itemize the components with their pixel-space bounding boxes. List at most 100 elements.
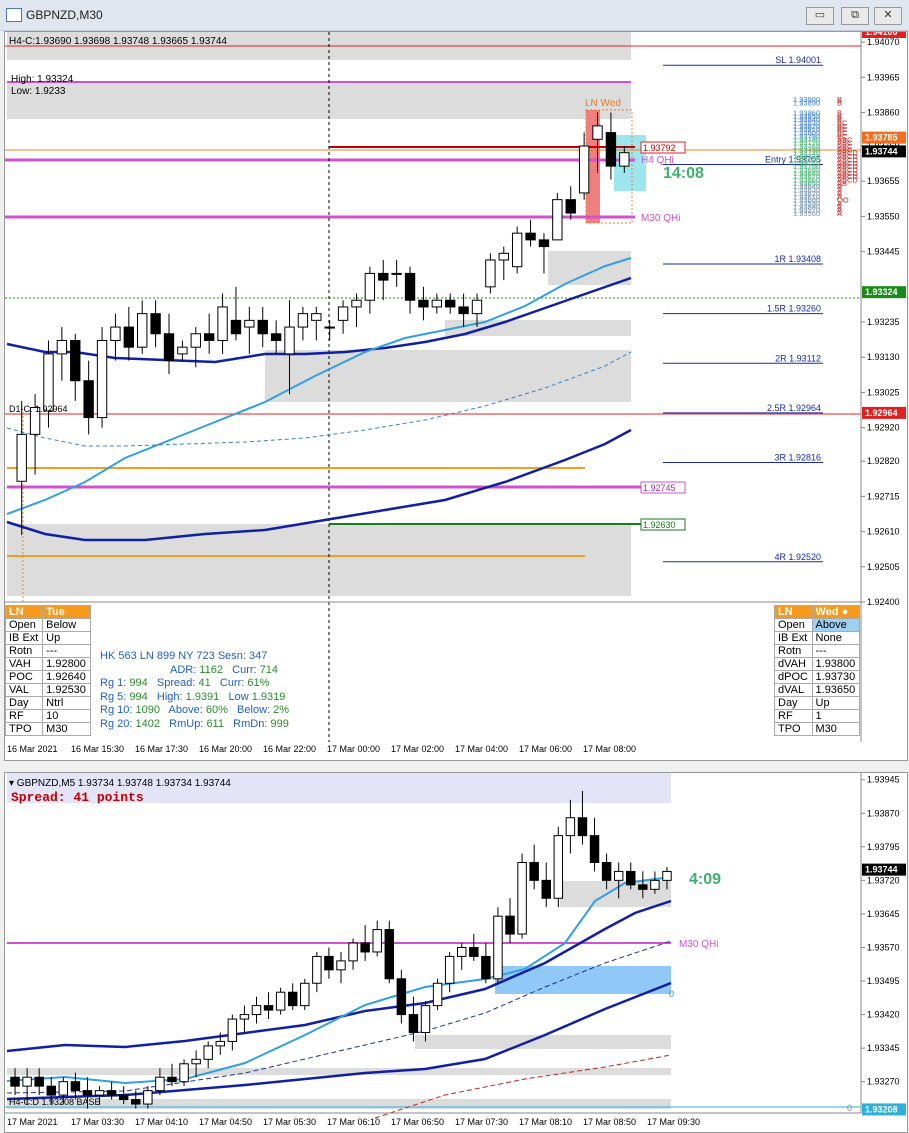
candle-body: [469, 946, 479, 957]
table-row: Open Below: [5, 618, 91, 632]
curr-label: Curr:: [232, 663, 257, 676]
price-ladder: 1.93900 B1.93890 B1.93860 B1.93850 B1.93840 B…: [793, 95, 858, 218]
row-value: Up: [811, 696, 861, 710]
y-tick-label: 1.93235: [867, 317, 900, 327]
candle-body: [458, 306, 469, 315]
candle-body: [601, 861, 612, 881]
candle-body: [46, 1085, 56, 1096]
close-button[interactable]: ✕: [874, 7, 902, 25]
table-row: Rotn ---: [5, 644, 91, 658]
candle-body: [239, 1014, 250, 1020]
candle-body: [58, 1081, 69, 1096]
y-tick-label: 1.92715: [867, 491, 900, 501]
candle-body: [123, 326, 135, 348]
candle-body: [131, 1099, 141, 1105]
x-tick-label: 17 Mar 06:50: [391, 1117, 445, 1127]
rg20-label: Rg 20:: [100, 717, 133, 730]
pivot-label: 1.5R 1.93260: [767, 304, 821, 314]
rg10-value: 1090: [135, 704, 160, 716]
pivot-label: 4R 1.92520: [774, 552, 821, 562]
price-tag-label: 1.93324: [865, 287, 898, 297]
m5-chart-panel[interactable]: 1.93945 1.93870 1.93795 1.93720 1.93645 1.935…: [4, 772, 908, 1133]
candle-body: [541, 879, 551, 899]
candle-body: [251, 1005, 262, 1016]
y-tick-label: 1.92505: [867, 562, 900, 572]
y-tick-label: 1.92400: [867, 597, 900, 607]
low-label: Low: 1.9233: [11, 86, 66, 97]
y-tick-label: 1.93130: [867, 352, 900, 362]
ladder-letters: A: [837, 209, 842, 218]
candle-body: [257, 319, 268, 335]
rmdn-label: RmDn:: [233, 717, 268, 730]
candle-body: [336, 960, 346, 971]
x-tick-label: 17 Mar 05:30: [263, 1117, 317, 1127]
price-tag-label: 1.93208: [865, 1104, 898, 1114]
ladder-price: 1.93890: [793, 98, 820, 107]
row-label: TPO: [774, 722, 813, 736]
y-tick-label: 1.92610: [867, 527, 900, 537]
ln-wed-hdr-1: Wed ●: [811, 605, 861, 619]
rg5-value: 994: [129, 690, 148, 703]
candle-body: [96, 339, 108, 419]
y-tick-label: 1.93025: [867, 387, 900, 397]
rg20-value: 1402: [135, 717, 160, 730]
d1c-label: D1-C: 1.92964: [9, 404, 68, 414]
minimize-button[interactable]: ▭: [806, 7, 834, 25]
stats-line1: HK 563 LN 899 NY 723 Sesn: 347: [100, 650, 268, 662]
candle-body: [662, 870, 672, 881]
candle-body: [167, 1076, 177, 1083]
y-tick-label: 1.93420: [867, 1010, 900, 1020]
row-value: ---: [811, 644, 861, 658]
candle-body: [605, 132, 617, 167]
zone-grey: [548, 251, 631, 285]
rg1-label: Rg 1:: [100, 677, 127, 689]
candle-body: [348, 942, 358, 962]
candle-body: [505, 915, 515, 935]
rmup-value: 611: [206, 717, 224, 730]
x-tick-label: 16 Mar 17:30: [135, 744, 189, 754]
table-row: dVAL 1.93650: [774, 683, 861, 697]
row-label: dVAH: [774, 657, 813, 671]
candle-body: [10, 1076, 20, 1087]
candle-body: [638, 884, 648, 890]
y-tick-label: 1.93795: [867, 842, 900, 852]
y-tick-label: 1.93495: [867, 976, 900, 986]
m5-bar-timer: 4:09: [689, 871, 721, 888]
candle-body: [217, 306, 228, 341]
y-tick-label: 1.93570: [867, 942, 900, 952]
window-titlebar: GBPNZD,M30 ▭ ⧉ ✕: [0, 0, 909, 31]
high-stat-label: High:: [156, 690, 183, 703]
m30-chart-panel[interactable]: SL 1.94001 Entry 1.93705 1R 1.93408 1.5R 1.…: [4, 31, 908, 761]
row-label: POC: [5, 670, 44, 684]
candle-body: [300, 982, 310, 1007]
x-tick-label: 16 Mar 22:00: [263, 744, 317, 754]
candle-body: [565, 817, 576, 837]
spread-value: 41: [198, 677, 211, 689]
row-label: dVAL: [774, 683, 813, 697]
table-row: TPO M30: [5, 722, 91, 736]
curr-value: 714: [259, 663, 279, 676]
x-tick-label: 16 Mar 2021: [7, 744, 58, 754]
row-value: 1.93730: [811, 670, 861, 684]
candle-body: [525, 232, 536, 241]
candle-body: [431, 299, 443, 308]
candle-body: [311, 313, 322, 321]
high-stat-value: 1.9391: [185, 690, 220, 703]
candle-body: [83, 380, 94, 419]
candle-body: [230, 319, 242, 335]
row-value: Up: [42, 631, 91, 645]
restore-button[interactable]: ⧉: [841, 7, 869, 25]
below-label: Below:: [237, 704, 271, 716]
m5-chart-canvas[interactable]: 1.93945 1.93870 1.93795 1.93720 1.93645 1.935…: [5, 773, 907, 1132]
price-tag-label: 1.93744: [865, 146, 898, 156]
pivot-label: 1R 1.93408: [774, 254, 821, 264]
candle-body: [177, 346, 188, 355]
m30-y-axis: 1.940701.939651.938601.937601.936551.935…: [861, 37, 900, 607]
y-tick-label: 1.93965: [867, 72, 900, 82]
box-193792-label: 1.93792: [643, 143, 676, 153]
above-value: 60%: [205, 704, 228, 716]
candle-body: [94, 1090, 105, 1096]
zone-grey: [7, 82, 631, 119]
candle-body: [432, 982, 443, 1007]
candle-body: [565, 199, 576, 214]
